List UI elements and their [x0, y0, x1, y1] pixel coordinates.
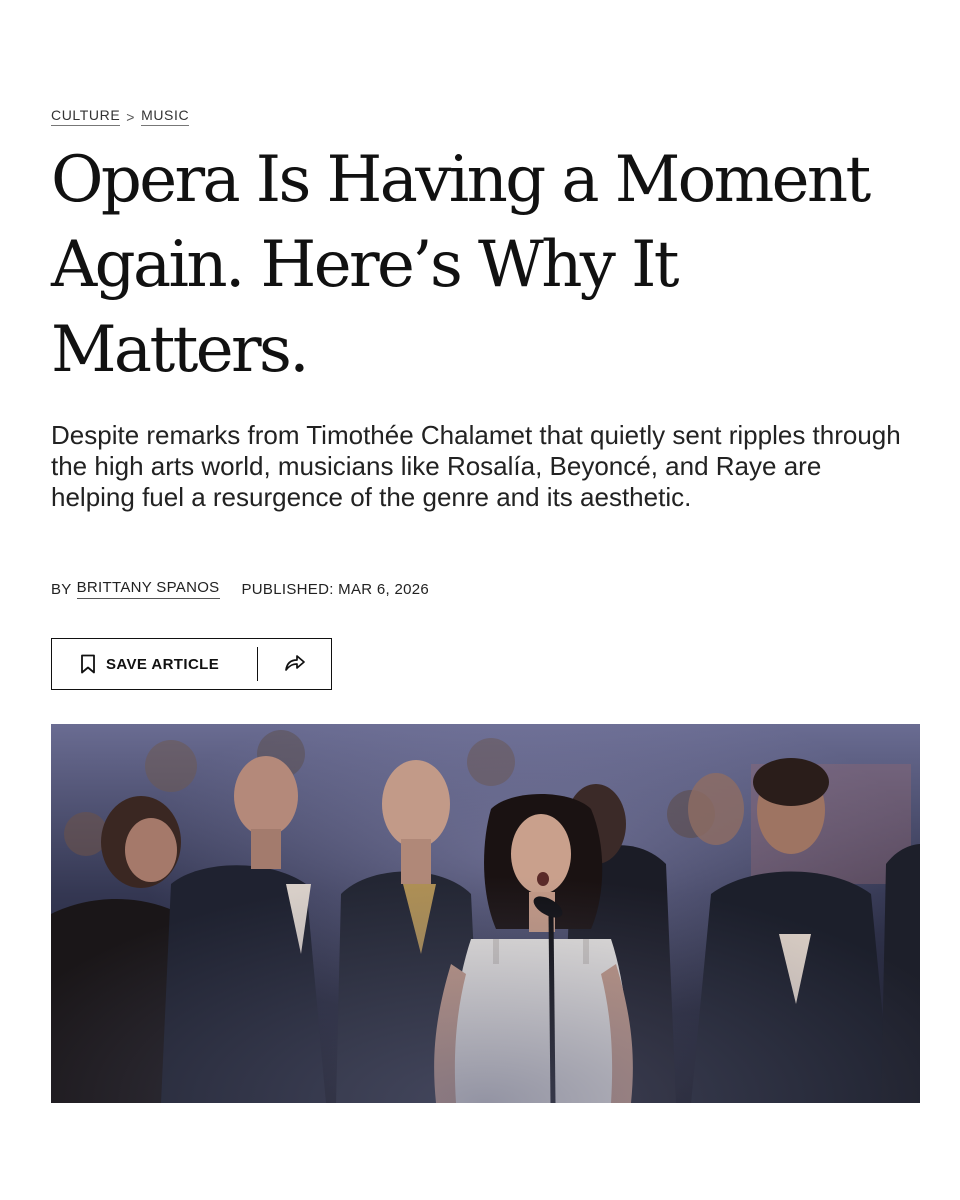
share-arrow-icon	[283, 652, 307, 677]
save-article-label: SAVE ARTICLE	[106, 655, 220, 673]
breadcrumb: CULTURE > MUSIC	[51, 107, 190, 126]
share-button[interactable]	[258, 639, 331, 689]
hero-image-illustration	[51, 724, 920, 1103]
save-article-button[interactable]: SAVE ARTICLE	[52, 639, 257, 689]
bookmark-icon	[80, 654, 96, 674]
article-headline: Opera Is Having a Moment Again. Here’s W…	[51, 143, 871, 387]
published-date: PUBLISHED: MAR 6, 2026	[241, 580, 430, 598]
breadcrumb-music-link[interactable]: MUSIC	[141, 107, 190, 126]
byline-prefix: BY	[51, 580, 72, 598]
breadcrumb-separator: >	[126, 108, 136, 125]
hero-image	[51, 724, 920, 1103]
author-link[interactable]: BRITTANY SPANOS	[76, 579, 220, 599]
byline: BY BRITTANY SPANOS PUBLISHED: MAR 6, 202…	[51, 579, 429, 599]
breadcrumb-culture-link[interactable]: CULTURE	[51, 107, 121, 126]
article-actions: SAVE ARTICLE	[51, 638, 332, 690]
article-dek: Despite remarks from Timothée Chalamet t…	[51, 420, 901, 512]
